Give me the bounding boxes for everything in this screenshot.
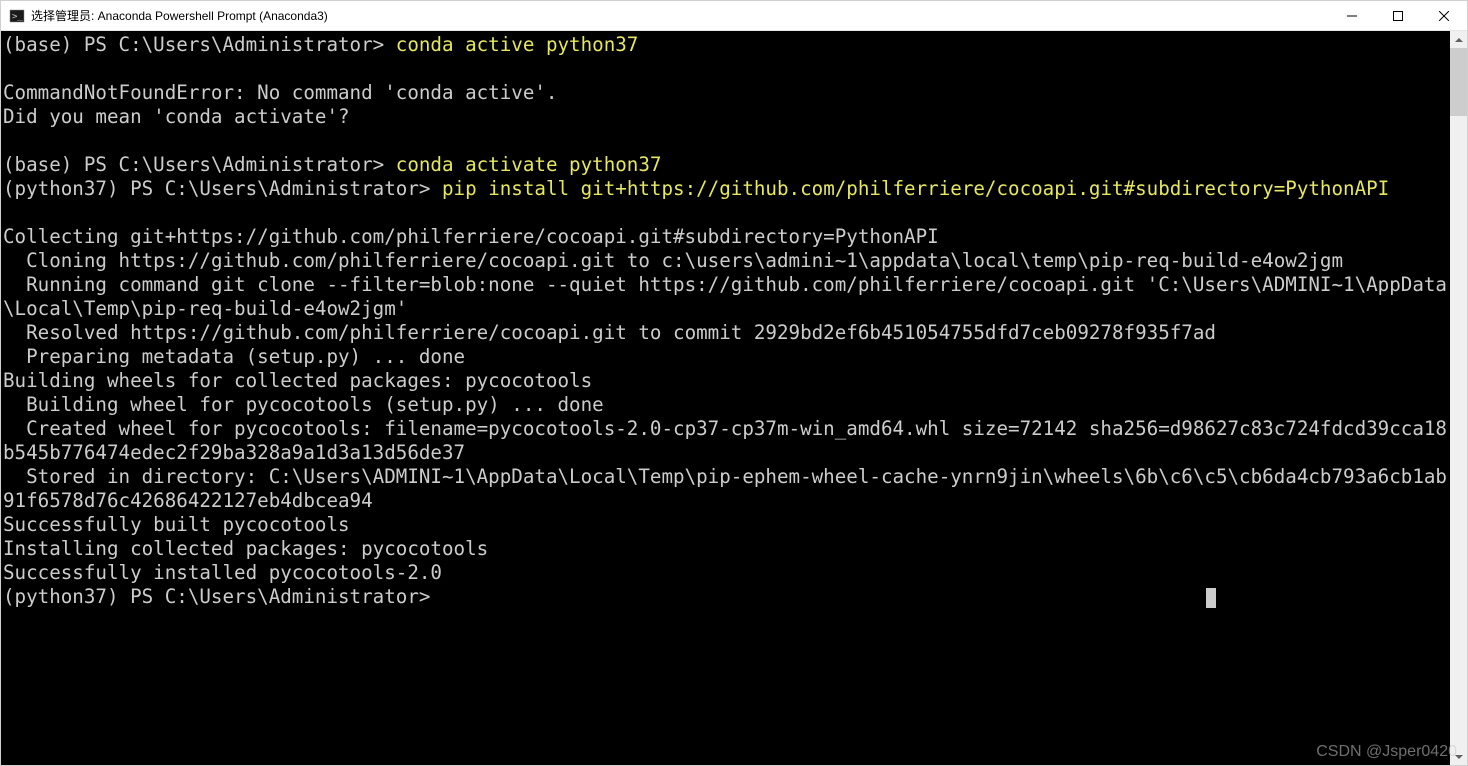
terminal-line: Cloning https://github.com/philferriere/… xyxy=(3,249,1450,273)
terminal-line: Building wheels for collected packages: … xyxy=(3,369,1450,393)
scroll-thumb[interactable] xyxy=(1450,48,1467,116)
svg-text:>_: >_ xyxy=(12,12,23,22)
command-text: conda active python37 xyxy=(396,33,639,56)
terminal-line: Did you mean 'conda activate'? xyxy=(3,105,1450,129)
terminal-output[interactable]: (base) PS C:\Users\Administrator> conda … xyxy=(1,31,1450,765)
terminal-area: (base) PS C:\Users\Administrator> conda … xyxy=(1,31,1467,765)
terminal-line: (base) PS C:\Users\Administrator> conda … xyxy=(3,33,1450,57)
titlebar[interactable]: >_ 选择管理员: Anaconda Powershell Prompt (An… xyxy=(1,1,1467,31)
terminal-line: (python37) PS C:\Users\Administrator> pi… xyxy=(3,177,1450,201)
terminal-line xyxy=(3,129,1450,153)
terminal-line: CommandNotFoundError: No command 'conda … xyxy=(3,81,1450,105)
terminal-line: Preparing metadata (setup.py) ... done xyxy=(3,345,1450,369)
prompt-text: (python37) PS C:\Users\Administrator> xyxy=(3,177,442,200)
terminal-line: Collecting git+https://github.com/philfe… xyxy=(3,225,1450,249)
scroll-down-arrow[interactable] xyxy=(1450,748,1467,765)
prompt-text: (python37) PS C:\Users\Administrator> xyxy=(3,585,430,608)
terminal-line: Successfully built pycocotools xyxy=(3,513,1450,537)
terminal-line: (base) PS C:\Users\Administrator> conda … xyxy=(3,153,1450,177)
cursor xyxy=(1206,588,1216,608)
prompt-text: (base) PS C:\Users\Administrator> xyxy=(3,33,396,56)
command-text: conda activate python37 xyxy=(396,153,662,176)
app-icon: >_ xyxy=(9,8,25,24)
terminal-line: Successfully installed pycocotools-2.0 xyxy=(3,561,1450,585)
command-text: pip install git+https://github.com/philf… xyxy=(442,177,1389,200)
terminal-line: Created wheel for pycocotools: filename=… xyxy=(3,417,1450,465)
terminal-line xyxy=(3,57,1450,81)
terminal-window: >_ 选择管理员: Anaconda Powershell Prompt (An… xyxy=(0,0,1468,766)
window-controls xyxy=(1329,1,1467,30)
terminal-line: Building wheel for pycocotools (setup.py… xyxy=(3,393,1450,417)
prompt-text: (base) PS C:\Users\Administrator> xyxy=(3,153,396,176)
terminal-line: Installing collected packages: pycocotoo… xyxy=(3,537,1450,561)
scroll-up-arrow[interactable] xyxy=(1450,31,1467,48)
window-title: 选择管理员: Anaconda Powershell Prompt (Anaco… xyxy=(31,7,1329,24)
maximize-button[interactable] xyxy=(1375,1,1421,30)
terminal-line: Resolved https://github.com/philferriere… xyxy=(3,321,1450,345)
terminal-line: Running command git clone --filter=blob:… xyxy=(3,273,1450,321)
terminal-line: Stored in directory: C:\Users\ADMINI~1\A… xyxy=(3,465,1450,513)
minimize-button[interactable] xyxy=(1329,1,1375,30)
close-button[interactable] xyxy=(1421,1,1467,30)
terminal-line: (python37) PS C:\Users\Administrator> xyxy=(3,585,1450,609)
vertical-scrollbar[interactable] xyxy=(1450,31,1467,765)
terminal-line xyxy=(3,201,1450,225)
